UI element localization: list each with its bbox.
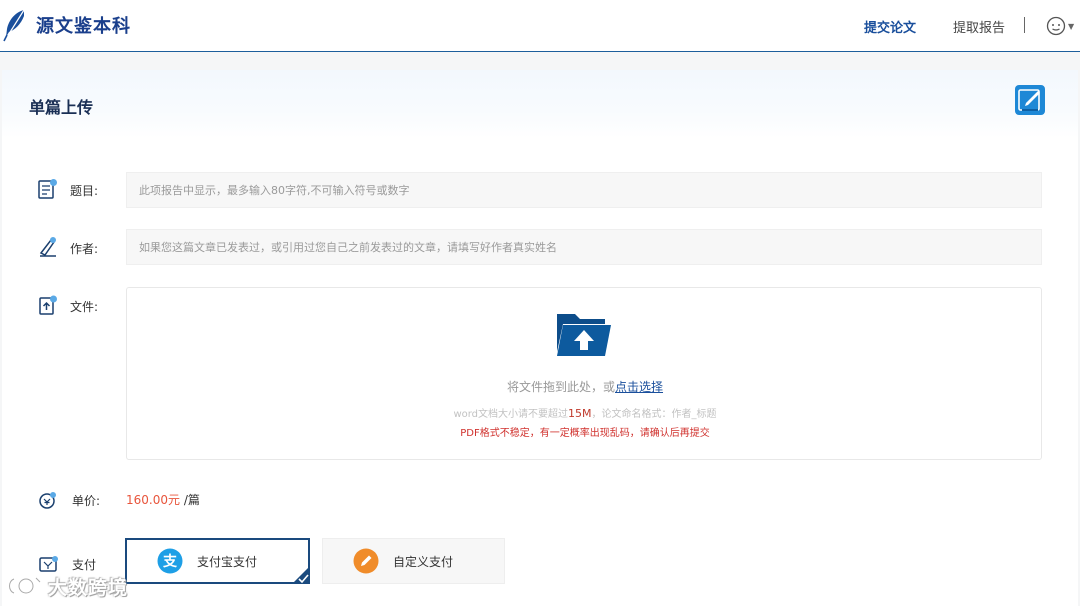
select-file-link[interactable]: 点击选择 — [615, 380, 663, 394]
price-label: 单价: — [72, 494, 101, 508]
price-value: 160.00元 /篇 — [126, 491, 200, 508]
pdf-warning: PDF格式不稳定，有一定概率出现乱码，请确认后再提交 — [460, 428, 710, 439]
alipay-option[interactable]: 支 支付宝支付 — [125, 538, 310, 584]
pencil-icon — [353, 548, 379, 574]
title-input[interactable] — [126, 172, 1042, 208]
user-face-icon — [1046, 16, 1066, 36]
size-limit: 15M — [568, 407, 592, 420]
author-input[interactable] — [126, 229, 1042, 265]
drop-hint: 将文件拖到此处，或点击选择 — [127, 378, 1043, 395]
watermark-text: 大数跨境 — [48, 576, 129, 599]
chevron-down-icon: ▼ — [1068, 21, 1075, 31]
file-label: 文件: — [70, 300, 99, 314]
folder-upload-icon — [557, 314, 611, 356]
brand-name: 源文鉴本科 — [36, 16, 131, 37]
alipay-label: 支付宝支付 — [197, 554, 258, 569]
panel-header: 单篇上传 — [2, 70, 1078, 138]
feather-icon — [3, 9, 25, 42]
brand-logo[interactable]: 源文鉴本科 — [2, 8, 131, 42]
title-label: 题目: — [70, 184, 99, 198]
watermark: 大数跨境 — [6, 571, 128, 601]
custom-payment-label: 自定义支付 — [393, 554, 454, 569]
upload-panel: 单篇上传 题目: 作者: 文件: 将文件拖到此处，或 — [2, 70, 1078, 606]
drop-hint-text: 将文件拖到此处，或 — [506, 380, 615, 394]
edit-icon[interactable] — [1014, 84, 1046, 116]
document-icon — [38, 179, 57, 199]
alipay-icon: 支 — [157, 548, 183, 574]
nav-divider — [1024, 17, 1025, 33]
selected-check-icon — [292, 566, 310, 584]
size-note-suffix: ，论文命名格式：作者_标题 — [591, 409, 717, 420]
author-label: 作者: — [70, 242, 99, 256]
user-menu[interactable]: ▼ — [1046, 15, 1078, 37]
price-tag-icon — [39, 492, 56, 509]
pen-icon — [39, 237, 56, 257]
watermark-logo-icon — [8, 576, 42, 595]
price-unit: /篇 — [183, 493, 200, 507]
nav-submit-paper[interactable]: 提交论文 — [864, 0, 916, 52]
custom-payment-option[interactable]: 自定义支付 — [322, 538, 505, 584]
svg-text:支: 支 — [162, 553, 178, 570]
file-upload-icon — [39, 295, 57, 315]
file-dropzone[interactable]: 将文件拖到此处，或点击选择 word文档大小请不要超过15M，论文命名格式：作者… — [126, 287, 1042, 460]
top-bar: 源文鉴本科 提交论文 提取报告 ▼ — [0, 0, 1080, 52]
nav-get-report[interactable]: 提取报告 — [953, 0, 1005, 52]
size-note-prefix: word文档大小请不要超过 — [453, 409, 569, 420]
price-amount: 160.00元 — [126, 493, 180, 507]
file-size-note: word文档大小请不要超过15M，论文命名格式：作者_标题 — [127, 405, 1043, 420]
page-title: 单篇上传 — [29, 98, 94, 117]
